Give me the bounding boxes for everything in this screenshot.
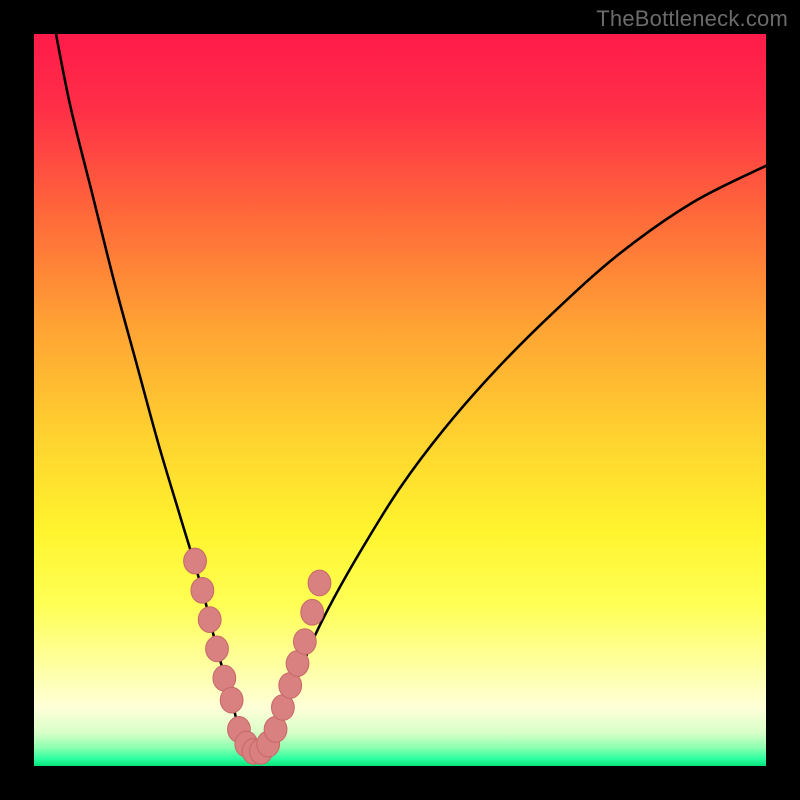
- highlight-markers: [184, 548, 331, 764]
- plot-area: [34, 34, 766, 766]
- marker-dot: [220, 687, 243, 713]
- bottleneck-curve: [34, 34, 766, 766]
- marker-dot: [206, 636, 229, 662]
- marker-dot: [308, 570, 331, 596]
- chart-frame: TheBottleneck.com: [0, 0, 800, 800]
- marker-dot: [293, 629, 316, 655]
- watermark-text: TheBottleneck.com: [596, 6, 788, 32]
- marker-dot: [198, 607, 221, 633]
- marker-dot: [191, 578, 214, 604]
- marker-dot: [184, 548, 207, 574]
- marker-dot: [301, 599, 324, 625]
